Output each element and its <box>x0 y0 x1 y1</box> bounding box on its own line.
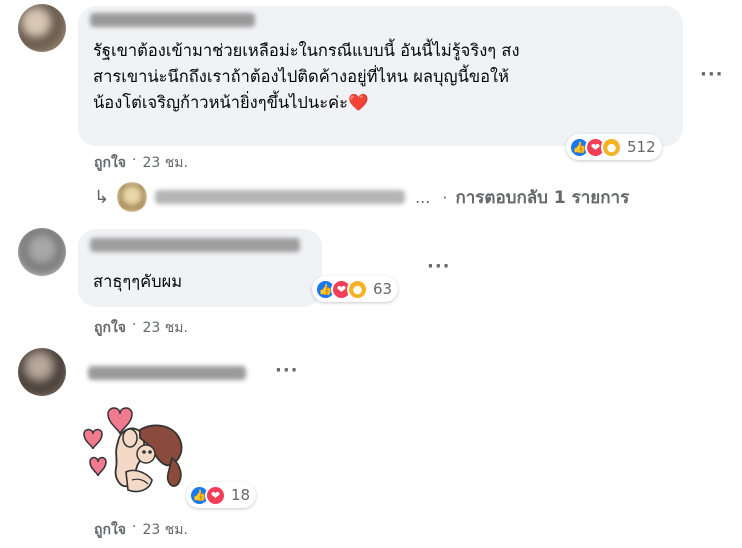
comment-meta: ถูกใจ · 23 ชม. <box>94 519 188 541</box>
reaction-summary[interactable]: 👍 ❤ ● 63 <box>312 276 399 302</box>
comment-text: รัฐเขาต้องเข้ามาช่วยเหลือม่ะในกรณีแบบนี้… <box>93 41 520 112</box>
reaction-count: 18 <box>231 486 251 504</box>
reply-author-blur <box>155 190 406 204</box>
view-replies-link[interactable]: การตอบกลับ 1 รายการ <box>455 184 629 211</box>
timestamp[interactable]: 23 ชม. <box>142 152 187 174</box>
separator: · <box>132 317 137 333</box>
separator: · <box>132 519 137 535</box>
comment-meta: ถูกใจ · 23 ชม. <box>94 317 188 339</box>
reply-separator: · <box>442 187 448 207</box>
commenter-name[interactable] <box>90 238 300 252</box>
wow-reaction-icon: ● <box>601 136 622 158</box>
comment-bubble <box>78 229 322 307</box>
heart-icon <box>83 428 103 450</box>
sticker-image[interactable] <box>80 402 195 502</box>
like-link[interactable]: ถูกใจ <box>94 152 126 174</box>
love-reaction-icon: ❤ <box>205 484 226 506</box>
commenter-name[interactable] <box>90 13 255 27</box>
haha-reaction-icon: ● <box>347 278 368 300</box>
reply-arrow-icon: ↳ <box>94 186 110 208</box>
like-link[interactable]: ถูกใจ <box>94 317 126 339</box>
avatar[interactable] <box>18 4 66 52</box>
reply-preview[interactable]: ↳ ... · การตอบกลับ 1 รายการ <box>94 182 629 212</box>
avatar[interactable] <box>18 228 66 276</box>
comment-meta: ถูกใจ · 23 ชม. <box>94 152 188 174</box>
timestamp[interactable]: 23 ชม. <box>142 519 187 541</box>
more-options-button[interactable]: ··· <box>427 256 451 277</box>
more-options-button[interactable]: ··· <box>700 64 724 85</box>
reply-ellipsis: ... <box>415 187 431 207</box>
reaction-summary[interactable]: 👍 ❤ ● 512 <box>566 134 662 160</box>
avatar[interactable] <box>18 348 66 396</box>
separator: · <box>132 152 137 168</box>
like-link[interactable]: ถูกใจ <box>94 519 126 541</box>
timestamp[interactable]: 23 ชม. <box>142 317 187 339</box>
reaction-count: 63 <box>373 280 393 298</box>
comment-text: สาธุๆๆคับผม <box>93 272 183 291</box>
more-options-button[interactable]: ··· <box>275 360 299 381</box>
reply-avatar <box>117 182 148 212</box>
heart-icon <box>89 456 107 477</box>
reaction-summary[interactable]: 👍 ❤ 18 <box>186 482 257 508</box>
commenter-name[interactable] <box>88 366 246 380</box>
reaction-count: 512 <box>627 138 656 156</box>
